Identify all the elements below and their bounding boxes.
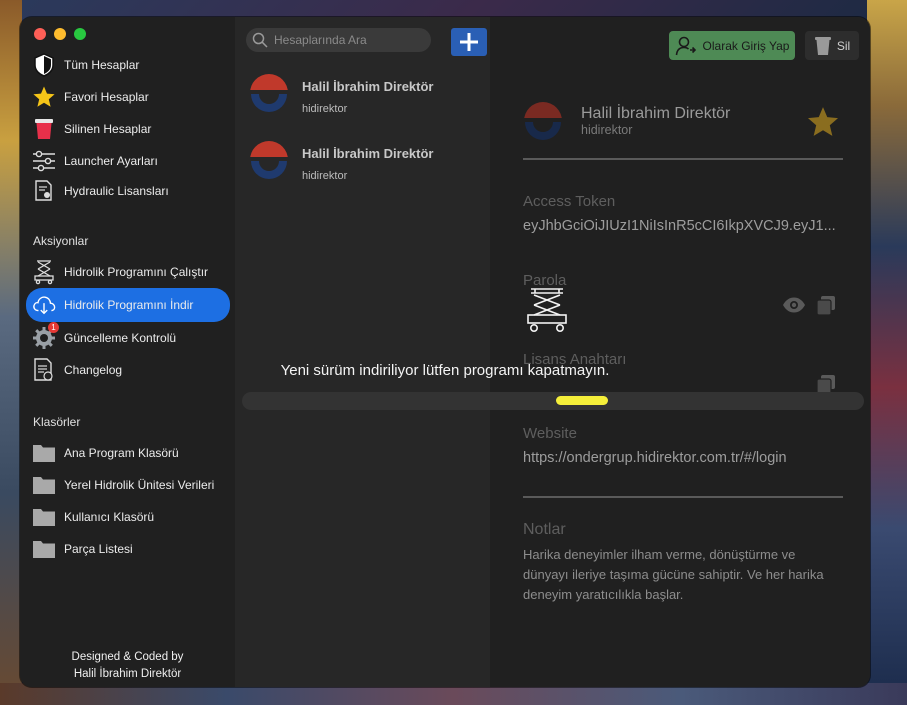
download-progress-indicator: [556, 396, 608, 405]
sidebar-item-run-hydraulic[interactable]: Hidrolik Programını Çalıştır: [26, 257, 230, 287]
sidebar-item-all-accounts[interactable]: Tüm Hesaplar: [26, 50, 230, 80]
search-input[interactable]: [274, 33, 424, 47]
sidebar-item-label: Ana Program Klasörü: [64, 446, 179, 460]
sidebar-item-local-hydraulic-data[interactable]: Yerel Hidrolik Ünitesi Verileri: [26, 470, 230, 500]
favorite-star-icon[interactable]: [806, 105, 840, 139]
detail-divider: [523, 496, 843, 498]
sidebar-item-label: Launcher Ayarları: [64, 154, 158, 168]
brand-logo-icon: [250, 74, 288, 112]
sidebar-item-deleted-accounts[interactable]: Silinen Hesaplar: [26, 114, 230, 144]
download-progress-bar: [242, 392, 864, 410]
login-as-label: Olarak Giriş Yap: [702, 38, 790, 53]
folder-icon: [32, 441, 56, 465]
user-login-icon: [675, 36, 696, 55]
actions-section-title: Aksiyonlar: [33, 234, 89, 248]
account-username: hidirektor: [302, 103, 348, 115]
notes-label: Notlar: [523, 521, 566, 538]
account-list-pane: Halil İbrahim Direktör hidirektor Halil …: [235, 17, 490, 687]
credit-line-2: Halil İbrahim Direktör: [73, 668, 182, 680]
sidebar-item-label: Silinen Hesaplar: [64, 122, 152, 136]
desktop-wallpaper-left: [0, 0, 22, 705]
sidebar-item-label: Tüm Hesaplar: [64, 58, 140, 72]
sidebar-item-label: Hidrolik Programını Çalıştır: [64, 265, 209, 279]
update-badge: 1: [48, 322, 59, 333]
sidebar-item-favorite-accounts[interactable]: Favori Hesaplar: [26, 82, 230, 112]
account-username: hidirektor: [302, 170, 348, 182]
website-value[interactable]: https://ondergrup.hidirektor.com.tr/#/lo…: [523, 450, 787, 466]
brand-logo-icon: [524, 102, 562, 140]
sidebar-item-label: Yerel Hidrolik Ünitesi Verileri: [64, 478, 215, 492]
gear-update-icon: 1: [32, 322, 59, 350]
folders-section-title: Klasörler: [33, 415, 81, 429]
sidebar-item-label: Güncelleme Kontrolü: [64, 331, 177, 345]
trash-icon: [32, 117, 56, 141]
delete-button[interactable]: Sil: [805, 31, 859, 60]
detail-account-name: Halil İbrahim Direktör: [581, 105, 731, 122]
plus-icon: [460, 33, 478, 51]
sidebar: Tüm Hesaplar Favori Hesaplar Silinen Hes…: [20, 17, 235, 687]
access-token-label: Access Token: [523, 193, 616, 210]
sidebar-item-launcher-settings[interactable]: Launcher Ayarları: [26, 146, 230, 176]
sliders-icon: [32, 149, 56, 173]
account-list-item[interactable]: Halil İbrahim Direktör hidirektor: [249, 73, 484, 123]
trash-icon: [814, 36, 831, 55]
sidebar-item-user-folder[interactable]: Kullanıcı Klasörü: [26, 502, 230, 532]
sidebar-item-hydraulic-licenses[interactable]: Hydraulic Lisansları: [26, 176, 230, 206]
search-icon: [252, 32, 268, 48]
scissor-lift-loader-icon: [527, 288, 567, 332]
sidebar-item-download-hydraulic[interactable]: Hidrolik Programını İndir: [26, 288, 230, 322]
sidebar-item-update-check[interactable]: 1 Güncelleme Kontrolü: [26, 322, 230, 353]
account-name: Halil İbrahim Direktör: [302, 146, 434, 161]
detail-divider: [523, 158, 843, 160]
copy-icon[interactable]: [816, 295, 836, 316]
star-icon: [32, 85, 56, 109]
shield-icon: [32, 53, 56, 77]
sidebar-item-label: Favori Hesaplar: [64, 90, 149, 104]
brand-logo-icon: [250, 141, 288, 179]
desktop-wallpaper-right: [867, 0, 907, 705]
add-account-button[interactable]: [451, 28, 487, 56]
window-controls: [34, 28, 86, 40]
folder-icon: [32, 505, 56, 529]
download-status-message: Yeni sürüm indiriliyor lütfen programı k…: [280, 362, 610, 379]
sidebar-item-label: Hydraulic Lisansları: [64, 184, 169, 198]
certificate-icon: [32, 179, 56, 203]
cloud-download-icon: [32, 293, 56, 317]
sidebar-item-parts-list[interactable]: Parça Listesi: [26, 534, 230, 564]
sidebar-item-label: Kullanıcı Klasörü: [64, 510, 155, 524]
sidebar-item-label: Hidrolik Programını İndir: [64, 298, 194, 312]
login-as-button[interactable]: Olarak Giriş Yap: [669, 31, 795, 60]
account-list-item[interactable]: Halil İbrahim Direktör hidirektor: [249, 140, 484, 190]
maximize-window-button[interactable]: [74, 28, 86, 40]
account-detail-pane: Olarak Giriş Yap Sil Halil İbrahim Direk…: [490, 17, 870, 687]
app-window: Tüm Hesaplar Favori Hesaplar Silinen Hes…: [20, 17, 870, 687]
folder-icon: [32, 537, 56, 561]
delete-label: Sil: [836, 38, 851, 53]
scissor-lift-icon: [32, 260, 56, 285]
folder-icon: [32, 473, 56, 497]
account-name: Halil İbrahim Direktör: [302, 79, 434, 94]
sidebar-item-label: Parça Listesi: [64, 542, 133, 556]
search-box: [246, 28, 431, 52]
detail-account-username: hidirektor: [581, 123, 633, 137]
credit-line-1: Designed & Coded by: [71, 651, 184, 663]
close-window-button[interactable]: [34, 28, 46, 40]
notes-value: Harika deneyimler ilham verme, dönüştürm…: [523, 547, 824, 602]
access-token-value[interactable]: eyJhbGciOiJIUzI1NiIsInR5cCI6IkpXVCJ9.eyJ…: [523, 218, 836, 234]
minimize-window-button[interactable]: [54, 28, 66, 40]
sidebar-item-main-program-folder[interactable]: Ana Program Klasörü: [26, 438, 230, 468]
website-label: Website: [523, 425, 577, 442]
eye-icon[interactable]: [782, 296, 806, 314]
